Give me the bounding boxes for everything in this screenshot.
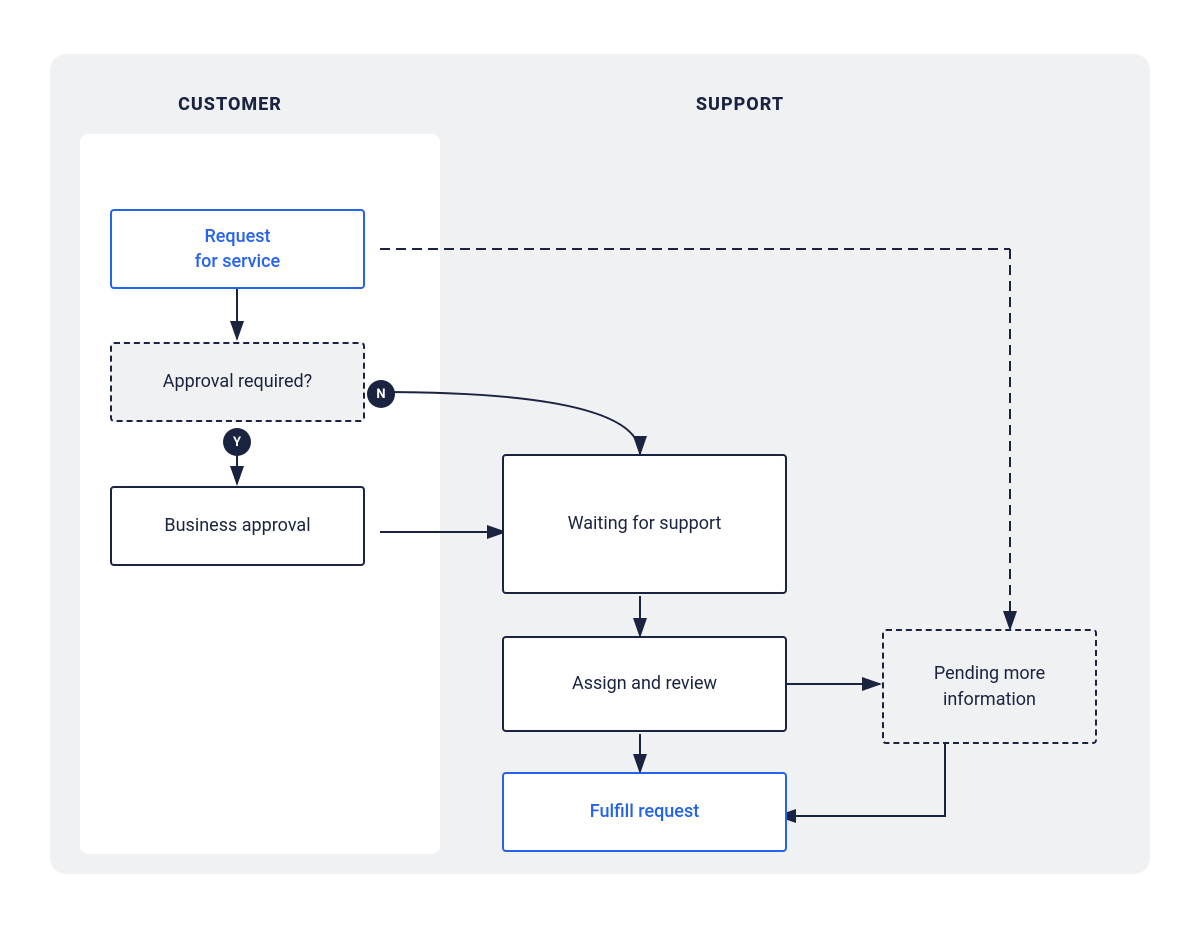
fulfill-request-box: Fulfill request	[502, 772, 787, 852]
assign-review-box: Assign and review	[502, 636, 787, 732]
request-service-label: Request for service	[195, 224, 280, 274]
fulfill-request-label: Fulfill request	[590, 799, 699, 824]
waiting-for-support-box: Waiting for support	[502, 454, 787, 594]
request-service-box: Request for service	[110, 209, 365, 289]
waiting-for-support-label: Waiting for support	[568, 511, 722, 536]
diagram-container: CUSTOMER SUPPORT	[50, 54, 1150, 874]
business-approval-label: Business approval	[164, 513, 310, 538]
pending-info-box: Pending more information	[882, 629, 1097, 744]
approval-required-label: Approval required?	[163, 369, 312, 394]
approval-required-box: Approval required?	[110, 342, 365, 422]
badge-n: N	[367, 380, 395, 408]
pending-info-label: Pending more information	[934, 661, 1045, 711]
business-approval-box: Business approval	[110, 486, 365, 566]
badge-y: Y	[223, 428, 251, 456]
assign-review-label: Assign and review	[572, 671, 717, 696]
